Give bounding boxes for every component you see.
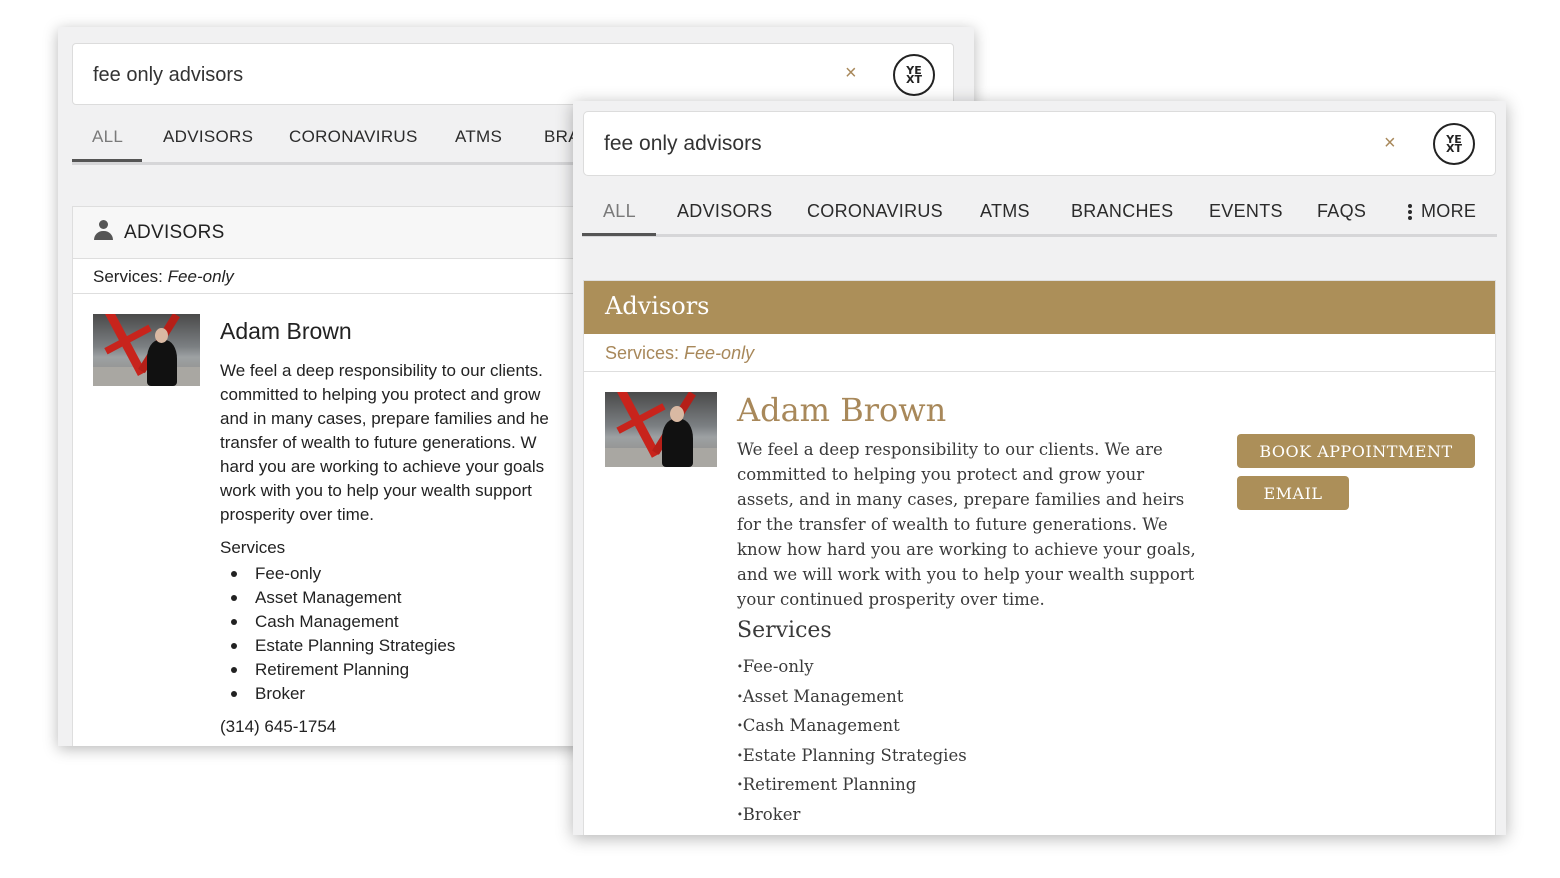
section-title: Advisors bbox=[605, 292, 710, 320]
applied-filter: Services: Fee-only bbox=[584, 334, 1495, 372]
email-button[interactable]: EMAIL bbox=[1237, 476, 1349, 510]
section-header: Advisors bbox=[584, 281, 1495, 334]
active-tab-indicator bbox=[72, 159, 142, 162]
tab-coronavirus[interactable]: CORONAVIRUS bbox=[807, 201, 943, 222]
tab-branches[interactable]: BRANCHES bbox=[1071, 201, 1173, 222]
search-bar[interactable]: fee only advisors × YE XT bbox=[72, 43, 954, 105]
list-item: Asset Management bbox=[230, 586, 455, 610]
advisor-description: We feel a deep responsibility to our cli… bbox=[220, 361, 549, 524]
services-list: Fee-only Asset Management Cash Managemen… bbox=[737, 652, 967, 830]
list-item: Cash Management bbox=[737, 711, 967, 741]
person-icon bbox=[93, 220, 113, 240]
advisor-photo bbox=[605, 392, 717, 467]
search-bar[interactable]: fee only advisors × YE XT bbox=[583, 111, 1496, 176]
section-title: ADVISORS bbox=[124, 222, 225, 243]
advisors-section: Advisors Services: Fee-only Adam Brown W… bbox=[583, 280, 1496, 835]
advisor-name[interactable]: Adam Brown bbox=[737, 391, 946, 429]
search-input[interactable]: fee only advisors bbox=[93, 64, 243, 87]
list-item: Fee-only bbox=[737, 652, 967, 682]
tab-advisors[interactable]: ADVISORS bbox=[163, 127, 253, 147]
filter-value: Fee-only bbox=[167, 267, 234, 286]
services-heading: Services bbox=[737, 618, 832, 643]
clear-icon[interactable]: × bbox=[845, 62, 857, 85]
tab-events[interactable]: EVENTS bbox=[1209, 201, 1283, 222]
vertical-tabs: ALL ADVISORS CORONAVIRUS ATMS BRANCHES E… bbox=[582, 193, 1497, 237]
active-tab-indicator bbox=[582, 233, 656, 236]
services-list: Fee-only Asset Management Cash Managemen… bbox=[230, 562, 455, 706]
list-item: Retirement Planning bbox=[737, 770, 967, 800]
tab-advisors[interactable]: ADVISORS bbox=[677, 201, 772, 222]
services-heading: Services bbox=[220, 538, 286, 557]
tab-faqs[interactable]: FAQS bbox=[1317, 201, 1366, 222]
list-item: Estate Planning Strategies bbox=[737, 741, 967, 771]
phone-number[interactable]: (314) 645-1754 bbox=[220, 717, 336, 737]
yext-logo-icon[interactable]: YE XT bbox=[893, 54, 935, 96]
tab-more[interactable]: MORE bbox=[1408, 201, 1476, 222]
front-search-window: fee only advisors × YE XT ALL ADVISORS C… bbox=[573, 101, 1506, 835]
list-item: Asset Management bbox=[737, 682, 967, 712]
search-input[interactable]: fee only advisors bbox=[604, 132, 762, 156]
list-item: Broker bbox=[737, 800, 967, 830]
clear-icon[interactable]: × bbox=[1384, 132, 1396, 155]
tab-all[interactable]: ALL bbox=[603, 201, 636, 222]
tab-all[interactable]: ALL bbox=[92, 127, 123, 147]
tab-atms[interactable]: ATMS bbox=[980, 201, 1030, 222]
list-item: Cash Management bbox=[230, 610, 455, 634]
tab-atms[interactable]: ATMS bbox=[455, 127, 502, 147]
filter-value: Fee-only bbox=[684, 343, 755, 363]
filter-label: Services: bbox=[93, 267, 163, 286]
advisor-photo bbox=[93, 314, 200, 386]
list-item: Retirement Planning bbox=[230, 658, 455, 682]
filter-label: Services: bbox=[605, 343, 680, 363]
list-item: Broker bbox=[230, 682, 455, 706]
advisor-name[interactable]: Adam Brown bbox=[220, 318, 352, 345]
more-dots-icon bbox=[1408, 202, 1412, 222]
list-item: Estate Planning Strategies bbox=[230, 634, 455, 658]
tab-coronavirus[interactable]: CORONAVIRUS bbox=[289, 127, 418, 147]
advisor-description: We feel a deep responsibility to our cli… bbox=[737, 440, 1196, 609]
book-appointment-button[interactable]: BOOK APPOINTMENT bbox=[1237, 434, 1475, 468]
list-item: Fee-only bbox=[230, 562, 455, 586]
yext-logo-icon[interactable]: YE XT bbox=[1433, 123, 1475, 165]
